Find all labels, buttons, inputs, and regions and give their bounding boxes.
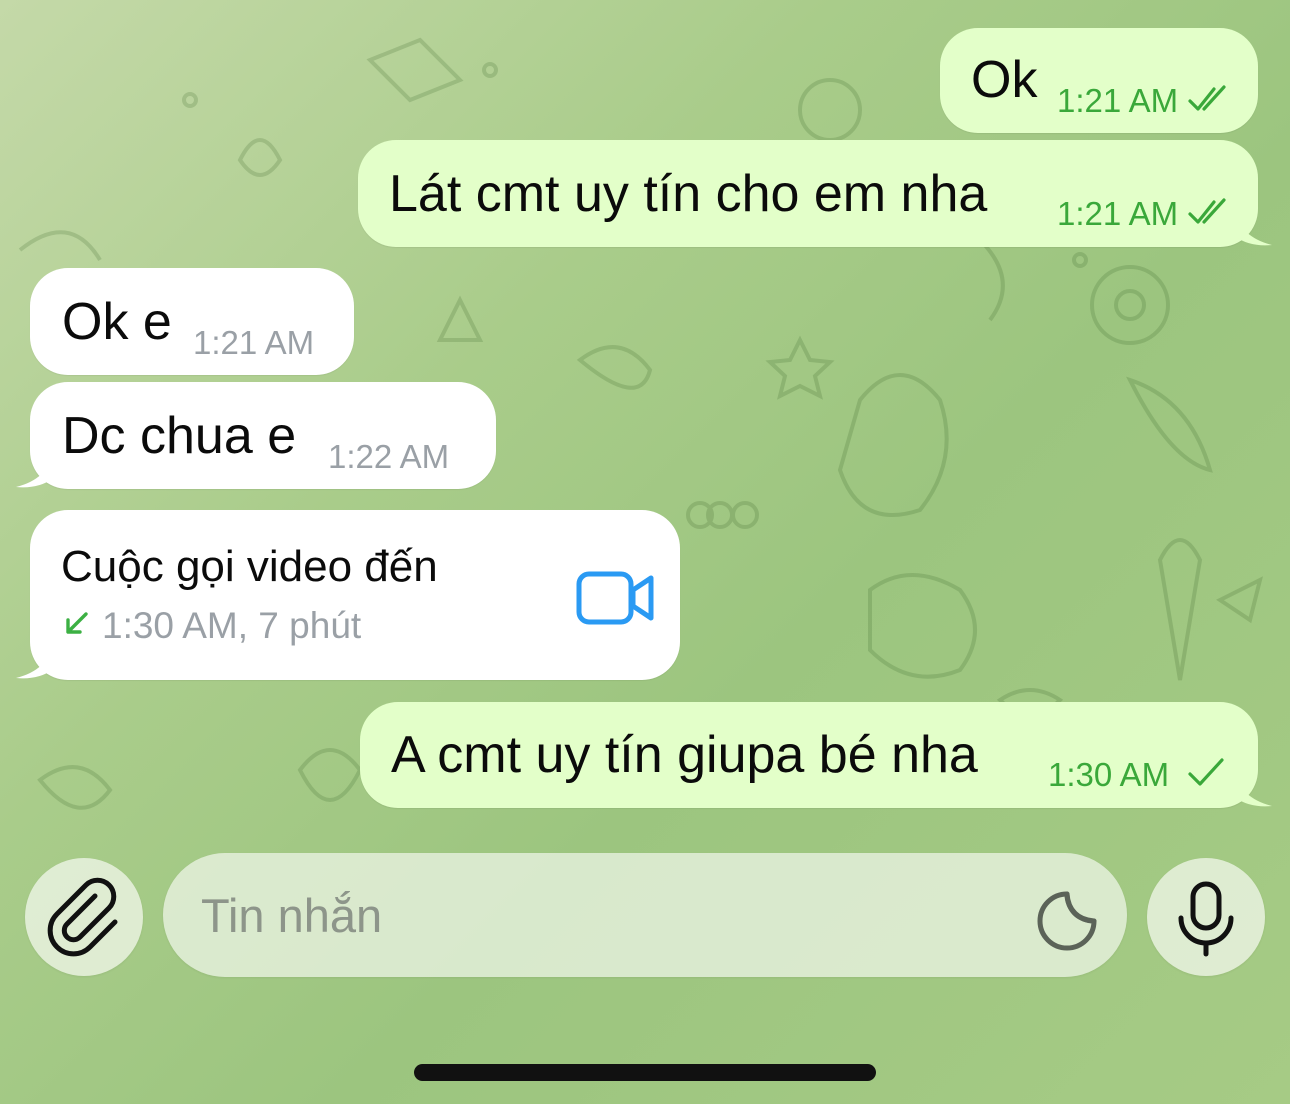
message-text: Dc chua e <box>62 407 297 465</box>
outgoing-message[interactable]: Ok 1:21 AM <box>940 28 1258 133</box>
bubble-tail <box>1236 211 1272 246</box>
incoming-arrow-icon <box>66 612 88 634</box>
bubble-tail <box>16 453 52 488</box>
message-time: 1:22 AM <box>328 438 450 475</box>
microphone-button[interactable] <box>1147 858 1265 976</box>
call-message[interactable]: Cuộc gọi video đến 1:30 AM, 7 phút <box>30 510 680 680</box>
double-check-icon <box>1188 85 1226 111</box>
incoming-message[interactable]: Dc chua e 1:22 AM <box>30 382 496 489</box>
bubble-tail <box>1236 772 1272 807</box>
video-camera-icon[interactable] <box>576 570 656 626</box>
microphone-icon <box>1178 881 1234 957</box>
outgoing-message[interactable]: A cmt uy tín giupa bé nha 1:30 AM <box>360 702 1258 808</box>
incoming-message[interactable]: Ok e 1:21 AM <box>30 268 354 375</box>
message-time: 1:21 AM <box>1057 195 1179 232</box>
message-input[interactable] <box>199 881 1023 949</box>
outgoing-message[interactable]: Lát cmt uy tín cho em nha 1:21 AM <box>358 140 1258 247</box>
message-text: Ok <box>971 51 1038 109</box>
double-check-icon <box>1188 198 1226 224</box>
message-time: 1:21 AM <box>1057 82 1179 119</box>
message-time: 1:21 AM <box>193 324 315 361</box>
call-detail: 1:30 AM, 7 phút <box>102 605 362 646</box>
sticker-icon[interactable] <box>1035 889 1099 953</box>
attach-button[interactable] <box>25 858 143 976</box>
message-input-container[interactable] <box>163 853 1127 977</box>
message-time: 1:30 AM <box>1048 756 1170 793</box>
message-text: A cmt uy tín giupa bé nha <box>391 726 978 784</box>
call-title: Cuộc gọi video đến <box>61 542 438 591</box>
check-icon <box>1188 758 1224 786</box>
home-indicator <box>414 1064 876 1081</box>
message-text: Lát cmt uy tín cho em nha <box>389 165 988 223</box>
message-text: Ok e <box>62 293 172 351</box>
paperclip-icon <box>47 877 118 957</box>
bubble-tail <box>16 644 52 679</box>
